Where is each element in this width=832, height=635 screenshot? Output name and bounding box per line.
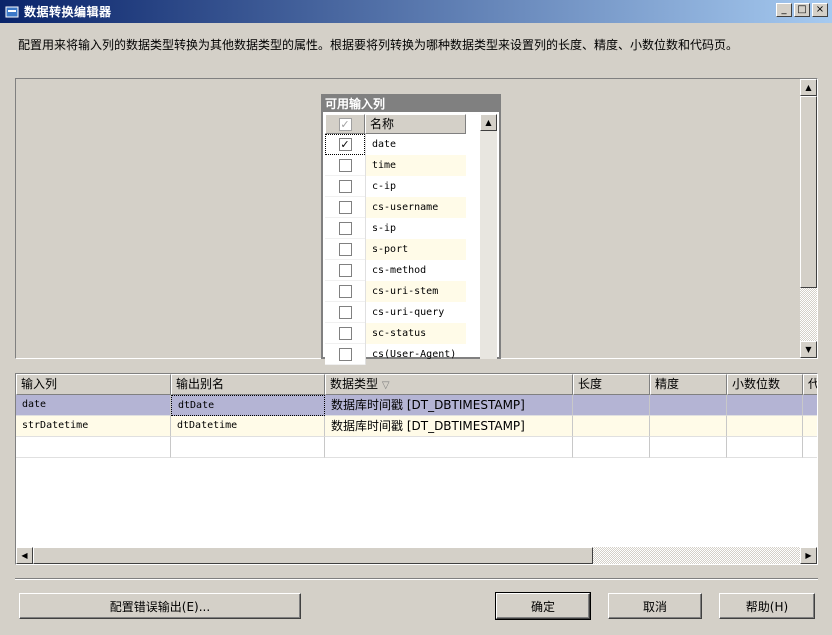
available-columns-title: 可用输入列 (323, 96, 499, 112)
cell-type[interactable]: 数据库时间戳 [DT_DBTIMESTAMP] (325, 395, 573, 416)
column-name[interactable]: c-ip (365, 176, 466, 197)
horizontal-scrollbar[interactable]: ◀ ▶ (16, 547, 817, 564)
column-checkbox[interactable] (338, 158, 352, 172)
sort-icon: ▽ (381, 380, 390, 391)
scroll-left-icon[interactable]: ◀ (16, 547, 33, 564)
separator (15, 578, 818, 580)
cell-input[interactable]: strDatetime (16, 416, 171, 437)
name-column-header[interactable]: 名称 (365, 114, 466, 134)
maximize-button[interactable]: □ (794, 3, 810, 17)
column-checkbox[interactable] (338, 347, 352, 361)
ok-button[interactable]: 确定 (495, 592, 591, 620)
column-name[interactable]: cs-uri-query (365, 302, 466, 323)
list-item[interactable]: sc-status (325, 323, 466, 344)
close-button[interactable]: × (812, 3, 828, 17)
scroll-thumb[interactable] (33, 547, 593, 564)
header-precision[interactable]: 精度 (650, 374, 727, 395)
list-item[interactable]: ✓ date (325, 134, 466, 155)
list-item[interactable]: time (325, 155, 466, 176)
column-checkbox[interactable] (338, 305, 352, 319)
cell-type[interactable]: 数据库时间戳 [DT_DBTIMESTAMP] (325, 416, 573, 437)
column-checkbox[interactable] (338, 179, 352, 193)
header-code-page[interactable]: 代 (803, 374, 817, 395)
cell-scale[interactable] (727, 416, 803, 437)
cell-precision[interactable] (650, 395, 727, 416)
header-length[interactable]: 长度 (573, 374, 650, 395)
list-item[interactable]: c-ip (325, 176, 466, 197)
help-button[interactable]: 帮助(H) (719, 593, 815, 619)
scroll-thumb[interactable] (800, 96, 817, 288)
column-name[interactable]: cs(User-Agent) (365, 344, 466, 365)
scroll-right-icon[interactable]: ▶ (800, 547, 817, 564)
vertical-scrollbar[interactable]: ▲ ▼ (800, 79, 817, 358)
description-text: 配置用来将输入列的数据类型转换为其他数据类型的属性。根据要将列转换为哪种数据类型… (18, 38, 739, 52)
config-error-output-button[interactable]: 配置错误输出(E)... (19, 593, 301, 619)
column-name[interactable]: cs-username (365, 197, 466, 218)
available-columns-scrollbar[interactable]: ▲ (480, 114, 497, 359)
scroll-up-icon[interactable]: ▲ (480, 114, 497, 131)
column-checkbox[interactable]: ✓ (338, 138, 352, 151)
conversion-grid[interactable]: 输入列 输出别名 数据类型 ▽ 长度 精度 小数位数 代 date dtDate… (15, 373, 818, 565)
header-output-alias[interactable]: 输出别名 (171, 374, 325, 395)
cancel-button[interactable]: 取消 (608, 593, 702, 619)
designer-panel[interactable]: 可用输入列 ✓ 名称 ✓ date time c-ip cs-username s-ip s… (15, 78, 818, 365)
header-input-column[interactable]: 输入列 (16, 374, 171, 395)
list-item[interactable]: cs-uri-query (325, 302, 466, 323)
list-item[interactable]: cs-method (325, 260, 466, 281)
list-item[interactable]: s-ip (325, 218, 466, 239)
cell-length[interactable] (573, 395, 650, 416)
cell-alias[interactable]: dtDate (171, 395, 325, 416)
app-icon (4, 4, 20, 20)
header-data-type[interactable]: 数据类型 ▽ (325, 374, 573, 395)
new-row[interactable] (16, 437, 817, 458)
column-checkbox[interactable] (338, 284, 352, 298)
header-scale[interactable]: 小数位数 (727, 374, 803, 395)
cell-scale[interactable] (727, 395, 803, 416)
column-checkbox[interactable] (338, 200, 352, 214)
column-name[interactable]: date (365, 134, 466, 155)
column-name[interactable]: cs-uri-stem (365, 281, 466, 302)
list-item[interactable]: cs-username (325, 197, 466, 218)
column-checkbox[interactable] (338, 263, 352, 277)
column-checkbox[interactable] (338, 326, 352, 340)
column-name[interactable]: time (365, 155, 466, 176)
column-checkbox[interactable] (338, 242, 352, 256)
cell-code-page[interactable] (803, 416, 817, 437)
select-all-checkbox[interactable]: ✓ (338, 117, 352, 131)
cell-length[interactable] (573, 416, 650, 437)
column-checkbox[interactable] (338, 221, 352, 235)
column-name[interactable]: s-ip (365, 218, 466, 239)
table-row[interactable]: date dtDate 数据库时间戳 [DT_DBTIMESTAMP] (16, 395, 817, 416)
scroll-down-icon[interactable]: ▼ (800, 341, 817, 358)
window-title: 数据转换编辑器 (24, 5, 112, 19)
scroll-up-icon[interactable]: ▲ (800, 79, 817, 96)
cell-alias[interactable]: dtDatetime (171, 416, 325, 437)
minimize-button[interactable]: _ (776, 3, 792, 17)
column-name[interactable]: cs-method (365, 260, 466, 281)
column-name[interactable]: sc-status (365, 323, 466, 344)
list-item[interactable]: s-port (325, 239, 466, 260)
cell-precision[interactable] (650, 416, 727, 437)
table-row[interactable]: strDatetime dtDatetime 数据库时间戳 [DT_DBTIME… (16, 416, 817, 437)
cell-input[interactable]: date (16, 395, 171, 416)
cell-code-page[interactable] (803, 395, 817, 416)
title-bar: 数据转换编辑器 _ □ × (0, 0, 832, 23)
column-name[interactable]: s-port (365, 239, 466, 260)
available-columns-box[interactable]: 可用输入列 ✓ 名称 ✓ date time c-ip cs-username s-ip s… (321, 94, 501, 365)
list-item[interactable]: cs(User-Agent) (325, 344, 466, 365)
available-columns-grid[interactable]: ✓ 名称 ✓ date time c-ip cs-username s-ip s-port c… (325, 114, 466, 365)
list-item[interactable]: cs-uri-stem (325, 281, 466, 302)
